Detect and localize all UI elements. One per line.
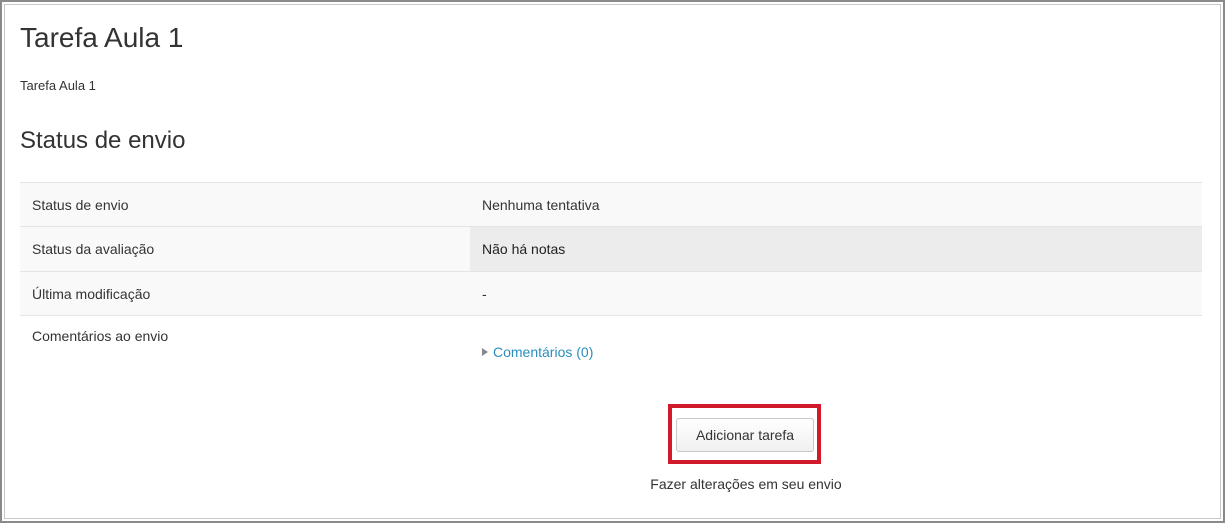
add-submission-button[interactable]: Adicionar tarefa <box>676 418 814 452</box>
comments-link-label: Comentários (0) <box>493 344 594 360</box>
table-row: Status de envio Nenhuma tentativa <box>20 182 1202 227</box>
assignment-intro: Tarefa Aula 1 <box>20 78 96 93</box>
row-value: Não há notas <box>470 226 1202 272</box>
page-title: Tarefa Aula 1 <box>20 22 184 53</box>
table-row: Comentários ao envio Comentários (0) <box>20 315 1202 402</box>
row-value: Comentários (0) <box>470 315 1202 402</box>
row-label: Última modificação <box>20 271 470 316</box>
collapsed-triangle-icon <box>482 348 488 356</box>
assignment-page: Tarefa Aula 1 Tarefa Aula 1 Status de en… <box>8 8 1217 515</box>
row-value: - <box>470 271 1202 316</box>
section-title: Status de envio <box>20 127 186 154</box>
row-label: Status de envio <box>20 182 470 227</box>
submission-status-table: Status de envio Nenhuma tentativa Status… <box>20 182 1202 402</box>
comments-toggle-link[interactable]: Comentários (0) <box>482 344 593 360</box>
row-label: Comentários ao envio <box>20 315 470 402</box>
row-value: Nenhuma tentativa <box>470 182 1202 227</box>
table-row: Status da avaliação Não há notas <box>20 226 1202 272</box>
row-label: Status da avaliação <box>20 226 470 272</box>
add-submission-help: Fazer alterações em seu envio <box>650 476 842 492</box>
table-row: Última modificação - <box>20 271 1202 316</box>
